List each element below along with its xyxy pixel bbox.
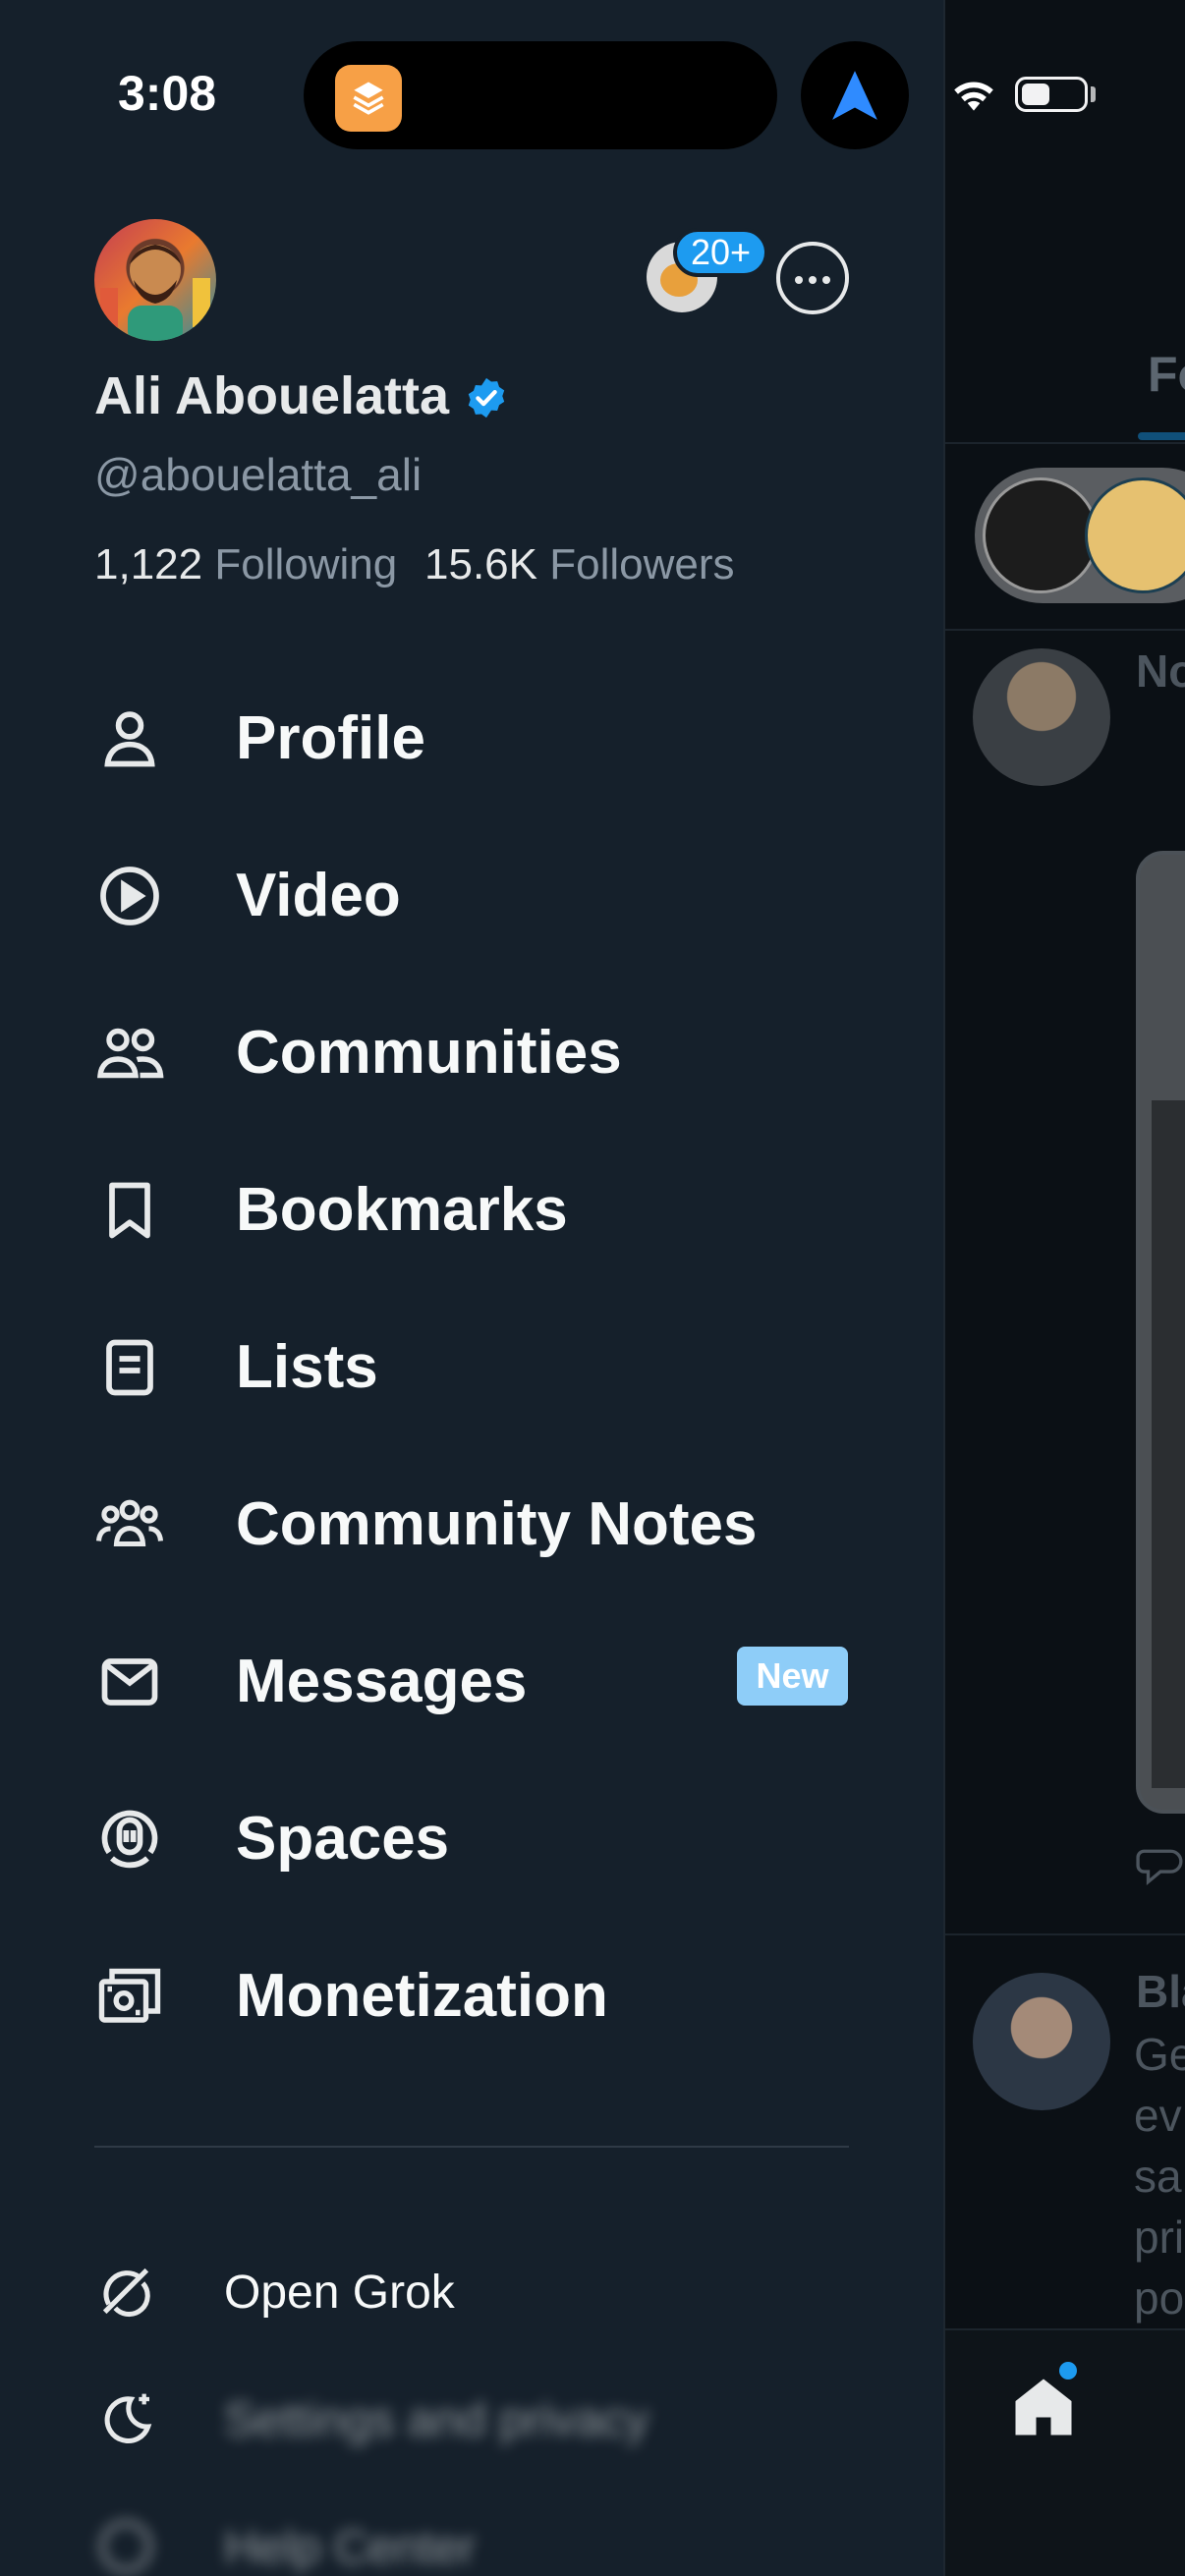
battery-icon [1015,77,1088,112]
menu-item-label: Community Notes [236,1490,758,1558]
menu-item-communities[interactable]: Communities [0,988,943,1106]
followers-label: Followers [549,540,735,588]
side-drawer: 3:08 20+ Ali Abouelatta @abouelatta_ali … [0,0,943,2576]
tabs-divider [945,442,1185,444]
menu-item-video[interactable]: Video [0,831,943,949]
followers-count: 15.6K [424,540,537,588]
reply-icon[interactable] [1136,1847,1185,1892]
new-badge: New [737,1647,848,1706]
menu-item-monetization[interactable]: Monetization [0,1932,943,2049]
menu-divider [94,2146,849,2148]
app-stack-icon [335,65,402,132]
following-count: 1,122 [94,540,203,588]
menu-item-label: Video [236,862,401,929]
post-author[interactable]: No [1136,644,1185,698]
dynamic-island [304,41,777,149]
open-grok-item[interactable]: Open Grok [0,2250,943,2338]
settings-privacy-label: Settings and privacy [224,2394,649,2446]
post-author[interactable]: Bla [1136,1965,1185,2018]
moon-icon [104,2393,152,2443]
person-icon [104,711,155,767]
post-media-card[interactable] [1136,851,1185,1814]
communities-icon [97,1028,164,1079]
avatar[interactable] [94,219,216,341]
navigation-arrow-icon [832,71,877,120]
notification-dot [1059,2362,1077,2380]
menu-item-lists[interactable]: Lists [0,1303,943,1421]
community-notes-icon [95,1499,164,1547]
fleet-avatars[interactable] [975,468,1185,603]
following-stat[interactable]: 1,122 Following [94,540,397,589]
display-name[interactable]: Ali Abouelatta [94,365,449,426]
user-handle: @abouelatta_ali [94,449,423,500]
menu-item-bookmarks[interactable]: Bookmarks [0,1146,943,1263]
wifi-icon [954,82,993,111]
settings-privacy-item[interactable]: Settings and privacy [0,2378,943,2466]
menu-item-label: Monetization [236,1962,608,2030]
tab-underline [1138,432,1185,440]
bottom-tab-bar [945,2328,1185,2576]
help-center-item[interactable]: Help Center [0,2505,943,2576]
menu-item-community-notes[interactable]: Community Notes [0,1460,943,1578]
play-circle-icon [100,867,159,925]
more-accounts-button[interactable] [776,242,849,314]
fleet-divider [945,629,1185,631]
menu-item-label: Profile [236,704,425,772]
menu-item-label: Communities [236,1019,622,1087]
money-icon [98,1968,161,2023]
open-grok-label: Open Grok [224,2267,455,2319]
timeline-tab-for-you[interactable]: Fo [1148,346,1185,403]
verified-badge-icon [468,377,505,419]
post-avatar[interactable] [973,648,1110,786]
post-text-line: sa [1134,2151,1182,2202]
post-avatar[interactable] [973,1973,1110,2110]
menu-item-spaces[interactable]: Spaces [0,1774,943,1892]
battery-cap [1091,86,1096,102]
grok-icon [102,2268,150,2318]
post-divider [945,1933,1185,1935]
following-label: Following [214,540,398,588]
post-text-line: po [1134,2272,1185,2324]
home-icon[interactable] [1008,2372,1079,2442]
menu-item-label: Spaces [236,1805,450,1873]
post-text-line: ev [1134,2090,1182,2141]
menu-item-label: Bookmarks [236,1176,568,1244]
post-text-line: pri [1134,2212,1185,2263]
account-count-badge: 20+ [673,228,769,277]
menu-item-profile[interactable]: Profile [0,674,943,792]
navigation-bubble [801,41,909,149]
home-timeline-dimmed[interactable]: Fo No Bla Ge ev sa pri po [943,0,1185,2576]
envelope-icon [101,1658,158,1706]
help-center-label: Help Center [224,2522,477,2574]
menu-item-label: Lists [236,1333,378,1401]
help-icon [99,2520,152,2573]
bookmark-icon [109,1182,150,1239]
menu-item-label: Messages [236,1648,528,1715]
post-text-line: Ge [1134,2029,1185,2080]
followers-stat[interactable]: 15.6K Followers [424,540,735,589]
spaces-icon [101,1810,158,1869]
status-time: 3:08 [118,66,217,121]
list-icon [106,1339,153,1396]
